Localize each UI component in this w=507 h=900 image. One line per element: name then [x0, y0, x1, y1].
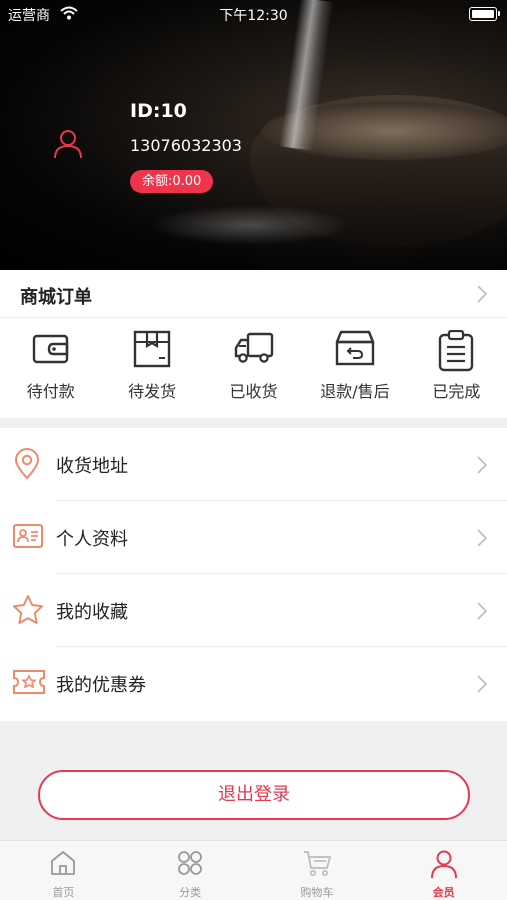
home-icon [51, 851, 76, 875]
order-item-label: 待发货 [128, 382, 177, 401]
menu-item-label: 我的收藏 [56, 602, 128, 623]
chevron-right-icon [477, 529, 487, 547]
order-received[interactable]: 已收货 [203, 318, 304, 418]
tab-label: 会员 [432, 886, 455, 899]
clipboard-icon [439, 330, 474, 372]
tab-label: 分类 [179, 886, 202, 899]
logout-button[interactable]: 退出登录 [38, 770, 470, 820]
chevron-right-icon [477, 285, 487, 303]
order-pending-shipment[interactable]: 待发货 [101, 318, 202, 418]
tab-category[interactable]: 分类 [127, 841, 254, 900]
mall-orders-title: 商城订单 [20, 287, 92, 308]
cart-icon [303, 851, 331, 876]
order-item-label: 退款/售后 [320, 382, 390, 401]
status-bar: 运营商 下午12:30 [0, 0, 507, 28]
order-item-label: 待付款 [26, 382, 75, 401]
status-time: 下午12:30 [219, 8, 288, 24]
order-pending-payment[interactable]: 待付款 [0, 318, 101, 418]
refund-box-icon [335, 330, 375, 366]
menu-item-label: 我的优惠券 [56, 675, 146, 696]
package-icon [133, 330, 171, 368]
tab-label: 购物车 [300, 886, 334, 899]
tab-home[interactable]: 首页 [0, 841, 127, 900]
chevron-right-icon [477, 602, 487, 620]
tab-cart[interactable]: 购物车 [254, 841, 381, 900]
mall-orders-section: 商城订单 待付款 待发货 已收货 退款/售后 已完成 [0, 270, 507, 418]
grid-icon [178, 851, 203, 875]
order-item-label: 已完成 [432, 382, 481, 401]
tab-label: 首页 [52, 886, 75, 899]
truck-icon [234, 332, 273, 363]
person-icon [430, 850, 457, 879]
wallet-icon [32, 334, 68, 364]
chevron-right-icon [477, 675, 487, 693]
coupon-icon [13, 670, 45, 694]
mall-orders-header[interactable]: 商城订单 [0, 270, 507, 318]
menu-item-favorites[interactable]: 我的收藏 [0, 574, 507, 647]
id-card-icon [13, 524, 43, 548]
order-refund-aftersale[interactable]: 退款/售后 [304, 318, 405, 418]
user-phone: 13076032303 [130, 136, 242, 155]
star-icon [13, 595, 43, 624]
profile-header: 运营商 下午12:30 ID:10 13076032303 余额:0.00 [0, 0, 507, 270]
menu-item-personal-info[interactable]: 个人资料 [0, 501, 507, 574]
menu-item-label: 收货地址 [56, 456, 128, 477]
menu-list: 收货地址 个人资料 我的收藏 我的优惠券 [0, 428, 507, 721]
order-completed[interactable]: 已完成 [406, 318, 507, 418]
user-id: ID:10 [130, 100, 187, 122]
chevron-right-icon [477, 456, 487, 474]
tab-member[interactable]: 会员 [380, 841, 507, 900]
menu-item-coupons[interactable]: 我的优惠券 [0, 647, 507, 720]
order-item-label: 已收货 [229, 382, 278, 401]
tab-bar: 首页 分类 购物车 会员 [0, 840, 507, 900]
menu-item-label: 个人资料 [56, 529, 128, 550]
menu-item-shipping-address[interactable]: 收货地址 [0, 428, 507, 501]
battery-icon [469, 7, 500, 21]
location-pin-icon [14, 448, 40, 480]
balance-badge[interactable]: 余额:0.00 [130, 170, 214, 193]
avatar-icon[interactable] [52, 128, 84, 160]
